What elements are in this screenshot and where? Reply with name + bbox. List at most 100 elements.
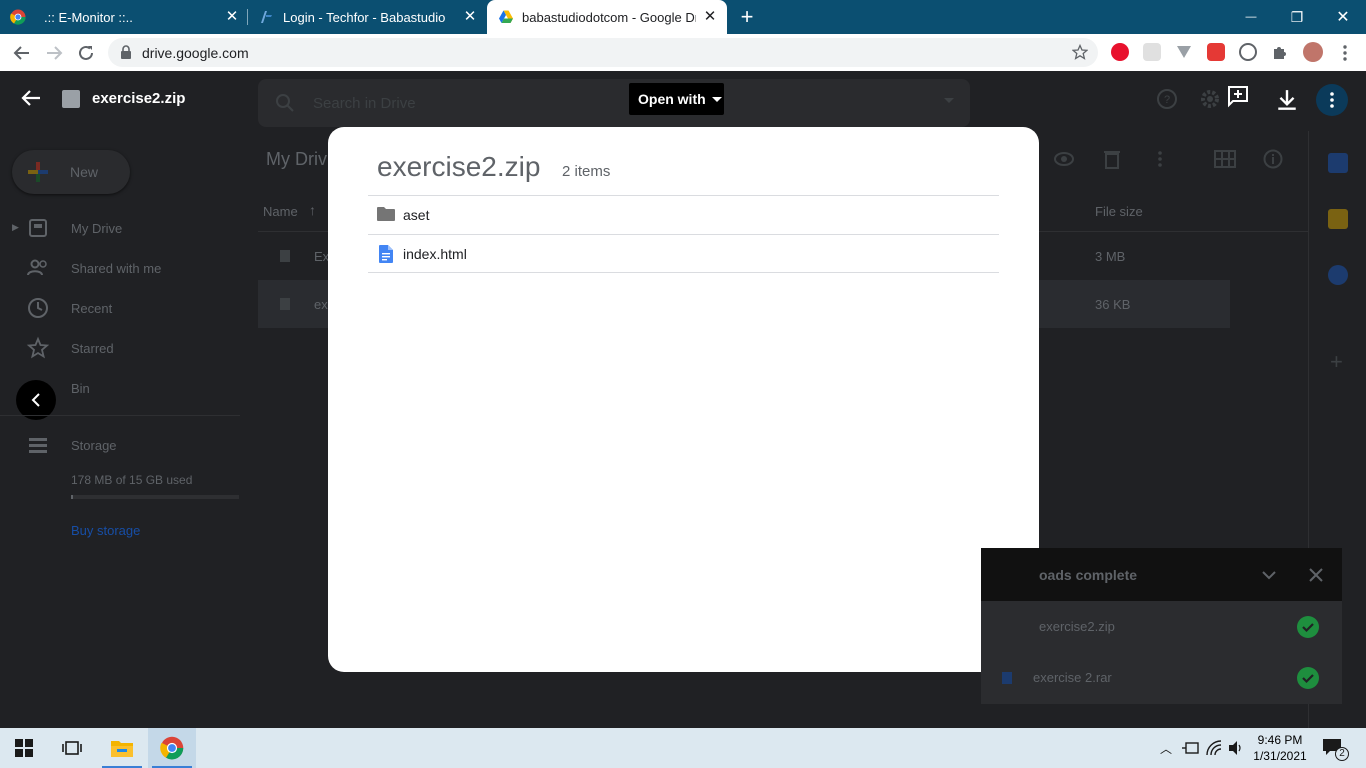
download-icon[interactable]	[1275, 88, 1299, 112]
tab-google-drive[interactable]: babastudiodotcom - Google Drive ✕	[487, 0, 727, 34]
grid-view-icon[interactable]	[1214, 150, 1236, 168]
sidebar-item-starred[interactable]: Starred	[26, 336, 114, 360]
chrome-taskbar-button[interactable]	[148, 728, 196, 768]
task-view-icon	[62, 741, 82, 755]
reload-button[interactable]	[74, 41, 98, 65]
puzzle-extensions-icon[interactable]	[1271, 43, 1289, 61]
kebab-menu-icon	[1330, 92, 1334, 108]
opera-extension-icon[interactable]	[1111, 43, 1129, 61]
add-addon-icon[interactable]: +	[1330, 351, 1343, 373]
windows-logo-icon	[15, 739, 33, 757]
new-button[interactable]: New	[12, 150, 130, 194]
downloads-panel: oads complete exercise2.zip exercise 2.r…	[981, 548, 1342, 704]
check-circle-icon	[1297, 667, 1319, 689]
sidebar-label: Recent	[71, 300, 113, 316]
svg-text:?: ?	[1164, 94, 1170, 106]
tab-techfor[interactable]: Login - Techfor - Babastudio ✕	[248, 0, 486, 34]
item-name: index.html	[403, 246, 467, 262]
file-explorer-button[interactable]	[98, 728, 146, 768]
windows-taskbar: ︿ 9:46 PM 1/31/2021 2	[0, 728, 1366, 768]
close-icon[interactable]: ✕	[224, 9, 240, 25]
lock-icon	[121, 45, 131, 59]
downloads-title: oads complete	[1039, 567, 1138, 583]
forward-button[interactable]	[42, 41, 66, 65]
browser-menu-button[interactable]	[1333, 41, 1357, 65]
delete-icon[interactable]	[1103, 149, 1121, 169]
storage-label: Storage	[71, 437, 117, 453]
expand-caret-icon[interactable]: ▶	[12, 222, 19, 233]
settings-gear-icon[interactable]	[1198, 87, 1222, 111]
viewer-back-icon[interactable]	[20, 87, 42, 109]
volume-icon[interactable]	[1227, 740, 1245, 756]
back-button[interactable]	[10, 41, 34, 65]
close-window-button[interactable]: ✕	[1320, 0, 1366, 34]
minimize-button[interactable]: —	[1228, 0, 1274, 34]
zip-contents-dialog: exercise2.zip 2 items aset index.html	[328, 127, 1039, 672]
folder-icon	[111, 741, 133, 757]
tasks-icon[interactable]	[1328, 265, 1348, 285]
chrome-favicon-icon	[10, 9, 26, 25]
breadcrumb[interactable]: My Driv	[266, 149, 327, 170]
new-tab-button[interactable]: +	[736, 6, 758, 28]
list-item-folder[interactable]: aset	[368, 195, 999, 234]
sidebar-label: Bin	[71, 380, 90, 396]
row-size: 36 KB	[1095, 297, 1131, 312]
chevron-down-icon[interactable]	[1262, 570, 1276, 580]
sidebar-item-recent[interactable]: Recent	[26, 296, 112, 320]
sort-arrow-icon[interactable]: ↑	[309, 202, 316, 218]
buy-storage-link[interactable]: Buy storage	[71, 523, 140, 538]
chevron-down-icon	[711, 96, 722, 102]
download-name: exercise 2.rar	[1033, 670, 1112, 685]
sidebar-item-storage[interactable]: Storage	[26, 433, 117, 457]
clock-time: 9:46 PM	[1257, 733, 1303, 747]
system-clock[interactable]: 9:46 PM 1/31/2021	[1252, 732, 1308, 764]
vpn-extension-icon[interactable]	[1175, 43, 1193, 61]
viewer-file-name: exercise2.zip	[92, 90, 186, 107]
close-icon[interactable]	[1309, 568, 1323, 582]
new-label: New	[70, 164, 99, 180]
more-actions-icon[interactable]	[1158, 151, 1162, 167]
tab-emonitor[interactable]: .:: E-Monitor ::.. ✕	[0, 0, 246, 34]
extension-icon[interactable]	[1207, 43, 1225, 61]
kebab-menu-icon	[1343, 45, 1347, 61]
sidebar-item-my-drive[interactable]: My Drive	[26, 216, 122, 240]
column-name[interactable]: Name	[263, 204, 298, 219]
battery-icon[interactable]	[1181, 740, 1199, 756]
show-hidden-icons-button[interactable]: ︿	[1157, 740, 1175, 756]
download-item[interactable]: exercise 2.rar	[981, 652, 1342, 703]
item-count: 2 items	[562, 163, 611, 180]
storage-used: 178 MB of 15 GB used	[71, 473, 193, 487]
download-item[interactable]: exercise2.zip	[981, 601, 1342, 652]
row-size: 3 MB	[1095, 249, 1126, 264]
action-center-button[interactable]: 2	[1322, 738, 1349, 761]
clock-date: 1/31/2021	[1253, 749, 1307, 763]
sidebar-item-shared[interactable]: Shared with me	[26, 256, 161, 280]
add-comment-icon[interactable]	[1226, 84, 1250, 108]
extension-icon[interactable]	[1239, 43, 1257, 61]
bookmark-star-icon	[1072, 44, 1088, 60]
preview-eye-icon[interactable]	[1053, 148, 1075, 170]
rar-file-icon	[1002, 672, 1012, 684]
profile-avatar[interactable]	[1303, 42, 1323, 62]
dialog-title: exercise2.zip	[377, 151, 541, 182]
task-view-button[interactable]	[48, 728, 96, 768]
info-icon[interactable]	[1263, 149, 1283, 169]
open-with-button[interactable]: Open with	[629, 83, 724, 115]
zip-file-icon	[280, 298, 290, 310]
calendar-icon[interactable]	[1328, 153, 1348, 173]
close-icon[interactable]: ✕	[702, 9, 718, 25]
keep-icon[interactable]	[1328, 209, 1348, 229]
help-icon[interactable]: ?	[1155, 87, 1179, 111]
close-icon[interactable]: ✕	[462, 9, 478, 25]
restore-button[interactable]: ❐	[1274, 0, 1320, 34]
wifi-icon[interactable]	[1205, 740, 1223, 756]
start-button[interactable]	[0, 728, 48, 768]
address-bar[interactable]: drive.google.com	[108, 38, 1098, 67]
viewer-more-button[interactable]	[1316, 84, 1348, 116]
list-divider	[368, 272, 999, 273]
collapse-sidebar-button[interactable]	[16, 380, 56, 420]
item-name: aset	[403, 207, 430, 223]
extension-icon[interactable]	[1143, 43, 1161, 61]
list-item-file[interactable]: index.html	[368, 234, 999, 273]
column-file-size[interactable]: File size	[1095, 204, 1143, 219]
